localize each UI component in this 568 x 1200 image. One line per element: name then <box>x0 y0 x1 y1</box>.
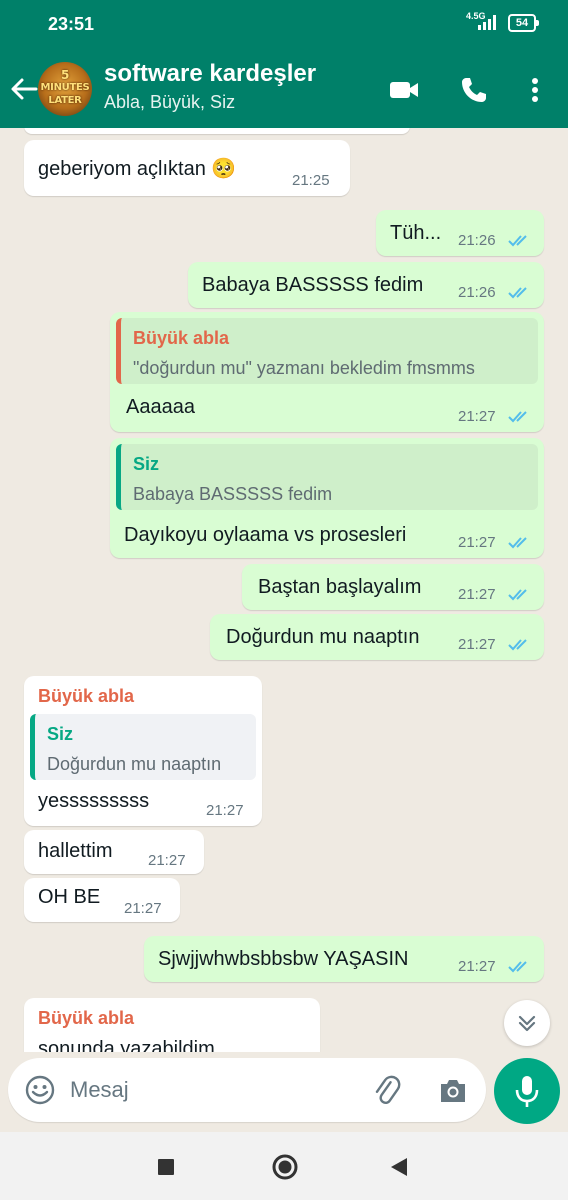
message-text: hallettim <box>38 840 113 862</box>
message-text: yesssssssss <box>38 790 150 812</box>
message-bubble[interactable]: Sjwjjwhwbsbbsbw YAŞASIN 21:27 <box>144 936 544 982</box>
message-bubble[interactable]: geberiyom açlıktan 🥺 21:25 <box>24 140 350 196</box>
message-text: Doğurdun mu naaptın <box>226 626 420 648</box>
message-bubble[interactable]: Babaya BASSSSS fedim 21:26 <box>188 262 544 308</box>
home-button-icon[interactable] <box>270 1152 300 1182</box>
message-bubble[interactable]: Tüh... 21:26 <box>376 210 544 256</box>
read-receipt-icon <box>508 537 527 549</box>
scroll-to-bottom-button[interactable] <box>504 1000 550 1046</box>
back-arrow-icon[interactable] <box>6 72 40 106</box>
message-text: geberiyom açlıktan 🥺 <box>38 158 237 180</box>
message-time: 21:27 <box>458 534 496 551</box>
message-time: 21:27 <box>458 586 496 603</box>
message-time: 21:26 <box>458 284 496 301</box>
back-button-icon[interactable] <box>388 1156 410 1178</box>
message-bubble[interactable]: Doğurdun mu naaptın 21:27 <box>210 614 544 660</box>
message-sender[interactable]: Büyük abla <box>38 1008 134 1029</box>
read-receipt-icon <box>508 411 527 423</box>
message-bubble-reply[interactable]: Siz Babaya BASSSSS fedim Dayıkoyu oylaam… <box>110 438 544 558</box>
mic-icon <box>515 1076 539 1107</box>
read-receipt-icon <box>508 961 527 973</box>
phone-icon[interactable] <box>456 72 492 108</box>
chat-area[interactable]: geberiyom açlıktan 🥺 21:25 Tüh... 21:26 … <box>0 128 568 1052</box>
group-avatar[interactable]: 5 MINUTES LATER <box>38 62 92 116</box>
message-time: 21:27 <box>458 408 496 425</box>
message-text: sonunda yazabildim <box>38 1038 215 1052</box>
read-receipt-icon <box>508 235 527 247</box>
avatar-text-1: 5 <box>60 68 70 82</box>
quoted-message[interactable]: Siz Babaya BASSSSS fedim <box>116 444 538 510</box>
video-call-icon[interactable] <box>386 72 422 108</box>
voice-message-button[interactable] <box>494 1058 560 1124</box>
chat-header: 5 MINUTES LATER software kardeşler Abla,… <box>0 52 568 128</box>
attach-icon[interactable] <box>370 1074 404 1108</box>
message-time: 21:25 <box>292 172 330 189</box>
message-bubble-reply[interactable]: Büyük abla "doğurdun mu" yazmanı bekledi… <box>110 312 544 432</box>
chevron-double-down-icon <box>518 1015 536 1032</box>
message-input-placeholder: Mesaj <box>70 1077 129 1102</box>
quoted-sender: Siz <box>133 454 160 474</box>
camera-icon[interactable] <box>436 1074 470 1108</box>
message-bubble[interactable]: hallettim 21:27 <box>24 830 204 874</box>
message-text: OH BE <box>38 886 101 908</box>
battery-icon: 54 <box>508 14 539 32</box>
quoted-text: Babaya BASSSSS fedim <box>133 484 333 504</box>
message-bubble[interactable]: Baştan başlayalım 21:27 <box>242 564 544 610</box>
quoted-text: Doğurdun mu naaptın <box>47 754 222 774</box>
message-sender[interactable]: Büyük abla <box>38 686 134 707</box>
system-nav-bar <box>0 1132 568 1200</box>
message-text: Aaaaaa <box>126 396 195 418</box>
message-time: 21:27 <box>458 958 496 975</box>
message-time: 21:27 <box>206 802 244 819</box>
avatar-text-2: MINUTES <box>40 82 90 93</box>
quoted-sender: Büyük abla <box>133 328 230 348</box>
message-text: Dayıkoyu oylaama vs prosesleri <box>124 524 407 546</box>
more-vert-icon[interactable] <box>520 72 550 108</box>
quoted-sender: Siz <box>47 724 74 744</box>
quoted-text: "doğurdun mu" yazmanı bekledim fmsmms <box>133 358 475 378</box>
emoji-icon[interactable] <box>24 1074 56 1106</box>
message-text: Tüh... <box>390 222 442 244</box>
message-time: 21:27 <box>458 636 496 653</box>
message-text: Sjwjjwhwbsbbsbw YAŞASIN <box>158 948 409 970</box>
message-text: Babaya BASSSSS fedim <box>202 274 424 296</box>
avatar-text-3: LATER <box>48 95 82 106</box>
message-time: 21:27 <box>148 852 186 869</box>
recents-button-icon[interactable] <box>156 1157 176 1177</box>
composer-bar: Mesaj <box>0 1052 568 1132</box>
quoted-message[interactable]: Siz Doğurdun mu naaptın <box>30 714 256 780</box>
read-receipt-icon <box>508 639 527 651</box>
message-bubble[interactable]: Büyük abla sonunda yazabildim <box>24 998 320 1052</box>
quoted-message[interactable]: Büyük abla "doğurdun mu" yazmanı bekledi… <box>116 318 538 384</box>
status-bar: 23:51 4.5G 54 <box>0 0 568 52</box>
message-time: 21:27 <box>124 900 162 917</box>
message-bubble-partial <box>24 128 410 134</box>
message-text: Baştan başlayalım <box>258 576 422 598</box>
read-receipt-icon <box>508 589 527 601</box>
read-receipt-icon <box>508 287 527 299</box>
chat-title[interactable]: software kardeşler <box>104 60 316 88</box>
status-time: 23:51 <box>48 14 95 34</box>
message-input[interactable]: Mesaj <box>8 1058 486 1122</box>
signal-icon <box>478 15 496 30</box>
message-bubble-reply[interactable]: Büyük abla Siz Doğurdun mu naaptın yesss… <box>24 676 262 826</box>
message-time: 21:26 <box>458 232 496 249</box>
message-bubble[interactable]: OH BE 21:27 <box>24 878 180 922</box>
chat-participants[interactable]: Abla, Büyük, Siz <box>104 92 235 113</box>
